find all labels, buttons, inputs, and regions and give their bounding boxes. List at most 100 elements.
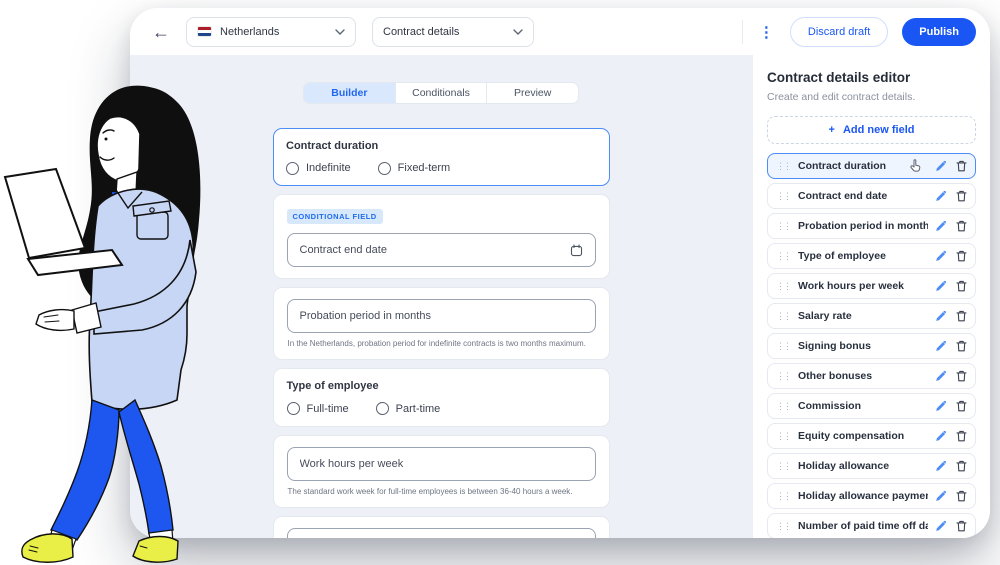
delete-field-icon[interactable] (956, 340, 967, 352)
probation-period-input[interactable] (287, 299, 596, 333)
drag-handle-icon[interactable]: ⋮⋮ (776, 462, 791, 471)
field-row-work-hours[interactable]: ⋮⋮ Work hours per week (767, 273, 976, 299)
delete-field-icon[interactable] (956, 430, 967, 442)
delete-field-icon[interactable] (956, 490, 967, 502)
back-arrow-icon[interactable]: ← (152, 23, 170, 41)
delete-field-icon[interactable] (956, 310, 967, 322)
tab-preview[interactable]: Preview (487, 83, 578, 103)
app-window: ← Netherlands Contract details ⋮ D (130, 8, 990, 538)
drag-handle-icon[interactable]: ⋮⋮ (776, 372, 791, 381)
edit-field-icon[interactable] (935, 430, 947, 442)
publish-button[interactable]: Publish (902, 18, 976, 46)
field-row-equity-compensation[interactable]: ⋮⋮ Equity compensation (767, 423, 976, 449)
edit-field-icon[interactable] (935, 220, 947, 232)
card-type-of-employee[interactable]: Type of employee Full-time Part-time (273, 368, 610, 427)
radio-indefinite-label: Indefinite (306, 162, 351, 174)
field-row-label: Holiday allowance (798, 460, 889, 472)
delete-field-icon[interactable] (956, 220, 967, 232)
field-list: ⋮⋮ Contract duration (767, 153, 976, 538)
delete-field-icon[interactable] (956, 400, 967, 412)
field-row-salary-rate[interactable]: ⋮⋮ Salary rate (767, 303, 976, 329)
field-row-label: Probation period in months (798, 220, 928, 232)
drag-handle-icon[interactable]: ⋮⋮ (776, 312, 791, 321)
discard-draft-button[interactable]: Discard draft (790, 17, 888, 47)
field-row-holiday-allowance[interactable]: ⋮⋮ Holiday allowance (767, 453, 976, 479)
edit-field-icon[interactable] (935, 250, 947, 262)
radio-part-time[interactable]: Part-time (376, 402, 441, 415)
edit-field-icon[interactable] (935, 340, 947, 352)
card-contract-duration[interactable]: Contract duration Indefinite Fixed-term (273, 128, 610, 186)
field-row-signing-bonus[interactable]: ⋮⋮ Signing bonus (767, 333, 976, 359)
template-select[interactable]: Contract details (372, 17, 534, 47)
field-row-type-of-employee[interactable]: ⋮⋮ Type of employee (767, 243, 976, 269)
field-row-paid-time-off[interactable]: ⋮⋮ Number of paid time off days (767, 513, 976, 538)
builder-canvas: Builder Conditionals Preview Contract du… (130, 55, 752, 538)
field-row-label: Commission (798, 400, 861, 412)
drag-handle-icon[interactable]: ⋮⋮ (776, 252, 791, 261)
drag-handle-icon[interactable]: ⋮⋮ (776, 402, 791, 411)
radio-fixed-term[interactable]: Fixed-term (378, 162, 451, 175)
edit-field-icon[interactable] (935, 280, 947, 292)
conditional-field-badge: CONDITIONAL FIELD (287, 209, 383, 224)
drag-handle-icon[interactable]: ⋮⋮ (776, 222, 791, 231)
card-probation-period[interactable]: In the Netherlands, probation period for… (273, 287, 610, 360)
field-row-other-bonuses[interactable]: ⋮⋮ Other bonuses (767, 363, 976, 389)
edit-field-icon[interactable] (935, 370, 947, 382)
card-contract-end-date[interactable]: CONDITIONAL FIELD Contract end date (273, 194, 610, 279)
field-row-probation-period[interactable]: ⋮⋮ Probation period in months (767, 213, 976, 239)
field-row-contract-end-date[interactable]: ⋮⋮ Contract end date (767, 183, 976, 209)
edit-field-icon[interactable] (935, 190, 947, 202)
field-row-commission[interactable]: ⋮⋮ Commission (767, 393, 976, 419)
card-work-hours[interactable]: The standard work week for full-time emp… (273, 435, 610, 508)
field-row-holiday-allowance-frequency[interactable]: ⋮⋮ Holiday allowance payment fre... (767, 483, 976, 509)
tab-conditionals[interactable]: Conditionals (396, 83, 488, 103)
work-hours-input[interactable] (287, 447, 596, 481)
type-of-employee-label: Type of employee (287, 380, 596, 392)
edit-field-icon[interactable] (935, 490, 947, 502)
drag-handle-icon[interactable]: ⋮⋮ (776, 342, 791, 351)
probation-helper-text: In the Netherlands, probation period for… (287, 339, 596, 348)
tab-builder[interactable]: Builder (304, 83, 396, 103)
delete-field-icon[interactable] (956, 280, 967, 292)
edit-field-icon[interactable] (935, 520, 947, 532)
page: ← Netherlands Contract details ⋮ D (0, 0, 1000, 565)
field-row-label: Other bonuses (798, 370, 872, 382)
drag-handle-icon[interactable]: ⋮⋮ (776, 492, 791, 501)
delete-field-icon[interactable] (956, 250, 967, 262)
delete-field-icon[interactable] (956, 160, 967, 172)
drag-handle-icon[interactable]: ⋮⋮ (776, 192, 791, 201)
drag-handle-icon[interactable]: ⋮⋮ (776, 162, 791, 171)
delete-field-icon[interactable] (956, 460, 967, 472)
calendar-icon[interactable] (570, 244, 583, 257)
radio-indefinite[interactable]: Indefinite (286, 162, 351, 175)
field-row-label: Contract duration (798, 160, 886, 172)
edit-field-icon[interactable] (935, 400, 947, 412)
more-options-icon[interactable]: ⋮ (757, 23, 776, 41)
contract-end-date-placeholder: Contract end date (300, 244, 387, 256)
field-row-label: Equity compensation (798, 430, 904, 442)
country-select[interactable]: Netherlands (186, 17, 356, 47)
field-row-label: Type of employee (798, 250, 886, 262)
delete-field-icon[interactable] (956, 370, 967, 382)
radio-circle-icon (378, 162, 391, 175)
contract-end-date-input[interactable]: Contract end date (287, 233, 596, 267)
drag-handle-icon[interactable]: ⋮⋮ (776, 522, 791, 531)
delete-field-icon[interactable] (956, 190, 967, 202)
drag-handle-icon[interactable]: ⋮⋮ (776, 432, 791, 441)
add-new-field-label: Add new field (843, 124, 915, 136)
drag-handle-icon[interactable]: ⋮⋮ (776, 282, 791, 291)
delete-field-icon[interactable] (956, 520, 967, 532)
contract-duration-label: Contract duration (286, 140, 596, 152)
radio-circle-icon (287, 402, 300, 415)
toolbar-actions: ⋮ Discard draft Publish (742, 17, 976, 47)
field-row-contract-duration[interactable]: ⋮⋮ Contract duration (767, 153, 976, 179)
radio-full-time[interactable]: Full-time (287, 402, 349, 415)
edit-field-icon[interactable] (935, 160, 947, 172)
netherlands-flag-icon (197, 26, 212, 37)
edit-field-icon[interactable] (935, 310, 947, 322)
salary-rate-select[interactable]: Salary rate (287, 528, 596, 538)
add-new-field-button[interactable]: + Add new field (767, 116, 976, 144)
edit-field-icon[interactable] (935, 460, 947, 472)
card-salary-rate[interactable]: Salary rate (273, 516, 610, 538)
chevron-down-icon (513, 29, 523, 35)
